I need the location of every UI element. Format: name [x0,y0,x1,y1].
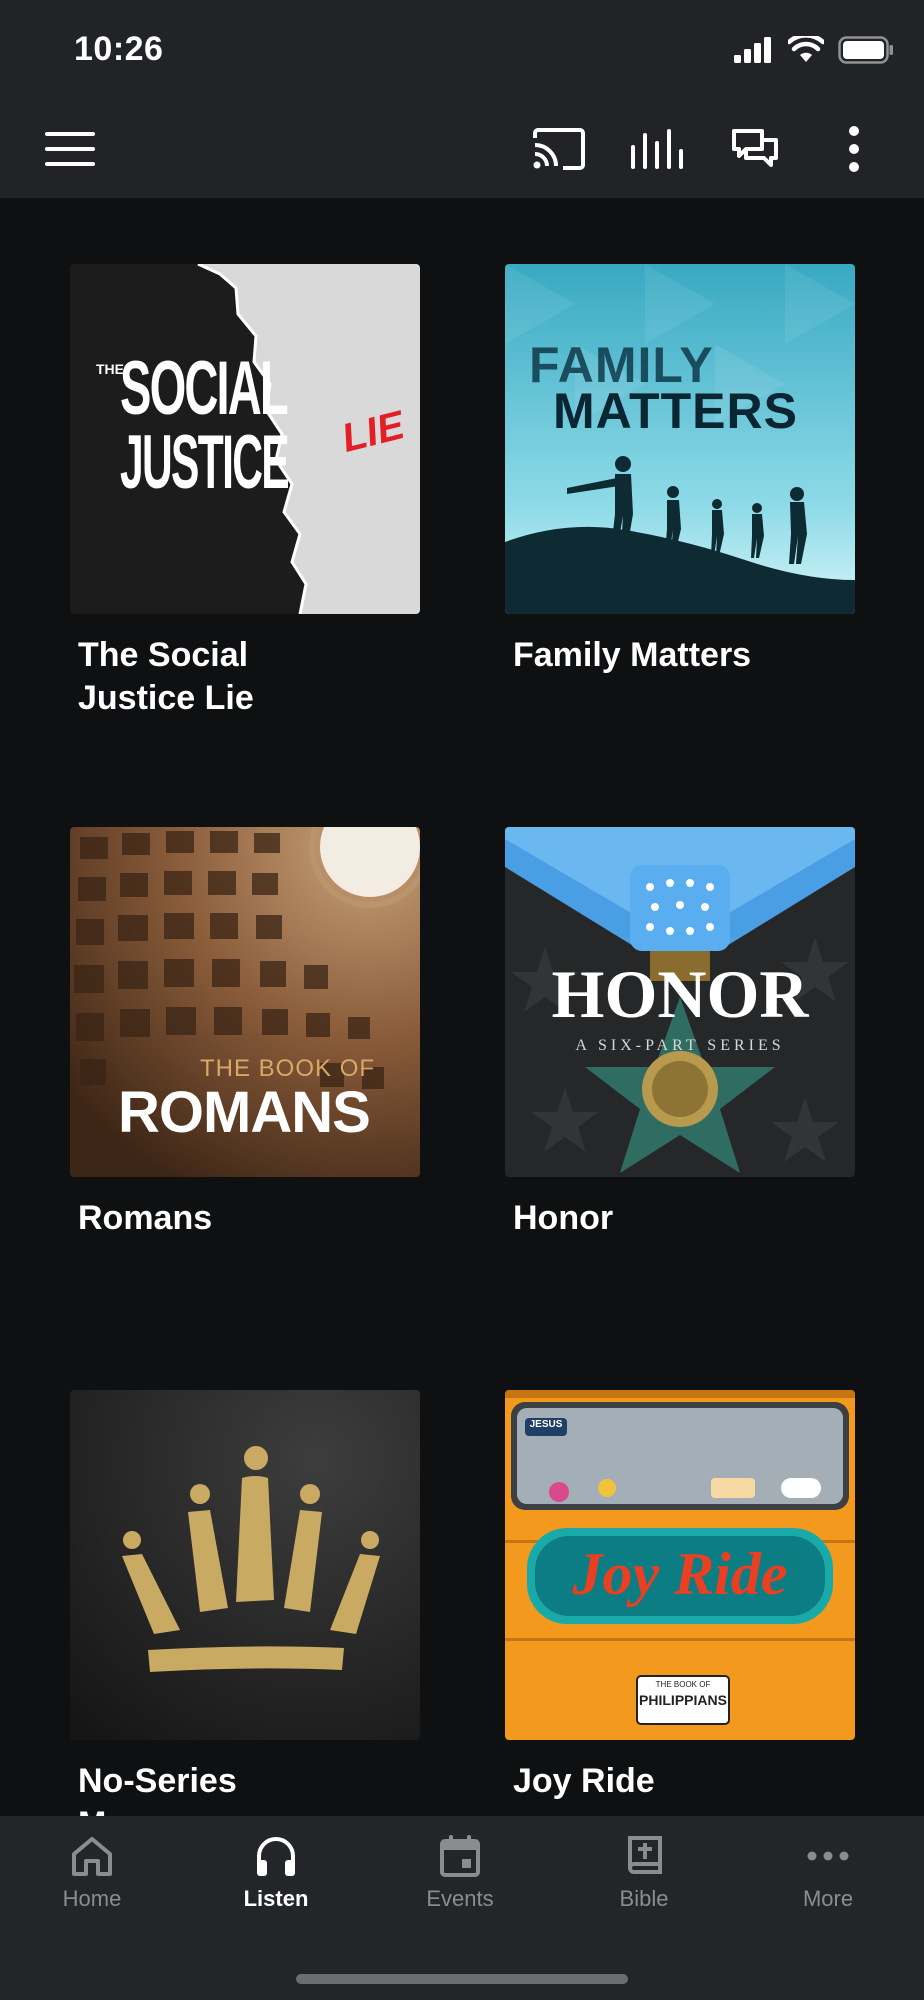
tab-label: Events [426,1886,494,1911]
art-text-plate: PHILIPPIANS [639,1692,727,1708]
series-card[interactable]: FAMILY MATTERS Family Matters [505,264,855,677]
tab-listen[interactable]: Listen [184,1816,368,1956]
cast-button[interactable] [519,100,599,198]
overflow-menu-button[interactable] [814,100,894,198]
series-artwork [70,1390,420,1740]
art-text-romans: ROMANS [118,1080,371,1145]
series-card[interactable]: THE SOCIAL JUSTICE LIE The Social Justic… [70,264,420,720]
tab-label: Home [62,1886,122,1911]
more-vertical-icon [849,126,859,172]
tab-bible[interactable]: Bible [552,1816,736,1956]
headphones-icon [257,1837,295,1876]
tab-label: Listen [243,1886,309,1911]
art-text-justice: JUSTICE [120,420,290,505]
tab-label: More [802,1886,854,1911]
series-artwork: JESUS Joy Ride THE BOOK OF PHILIPPIANS [505,1390,855,1740]
series-title: Romans [78,1199,213,1237]
tab-events[interactable]: Events [368,1816,552,1956]
series-title: Honor [513,1199,614,1237]
series-card[interactable]: HONOR A SIX-PART SERIES Honor [505,827,855,1240]
series-card[interactable]: THE BOOK OF ROMANS Romans [70,827,420,1240]
series-artwork: FAMILY MATTERS [505,264,855,614]
art-text-honor: HONOR [551,956,809,1032]
more-horizontal-icon [807,1851,849,1861]
series-artwork: HONOR A SIX-PART SERIES [505,827,855,1177]
status-icons [734,36,894,64]
status-bar: 10:26 [0,0,924,100]
menu-icon [45,132,95,166]
series-title: Joy Ride [513,1762,655,1800]
art-text-six-part: A SIX-PART SERIES [575,1037,785,1054]
art-text-social: SOCIAL [120,346,289,431]
messages-button[interactable] [715,100,795,198]
series-title: No-Series Messages [78,1762,241,1816]
series-card[interactable]: No-Series Messages [70,1390,420,1816]
series-title: Family Matters [513,636,752,674]
tab-more[interactable]: More [736,1816,920,1956]
status-time: 10:26 [74,30,164,68]
equalizer-icon [631,129,683,169]
series-artwork: THE BOOK OF ROMANS [70,827,420,1177]
series-title: The Social Justice Lie [78,636,254,717]
wifi-icon [788,36,824,62]
art-text-plate-top: THE BOOK OF [655,1680,711,1689]
battery-icon [838,36,893,64]
menu-button[interactable] [30,100,110,198]
chat-icon [732,129,778,167]
art-text-jesus-sticker: JESUS [529,1419,563,1430]
series-artwork: THE SOCIAL JUSTICE LIE [70,264,420,614]
top-app-bar [0,100,924,198]
bible-icon [628,1836,662,1874]
art-text-matters: MATTERS [553,383,798,439]
tab-label: Bible [619,1886,669,1911]
signal-icon [734,37,771,63]
art-text-joy-ride: Joy Ride [572,1541,788,1607]
home-icon [72,1837,112,1876]
series-card[interactable]: JESUS Joy Ride THE BOOK OF PHILIPPIANS J… [505,1390,855,1803]
cast-icon [533,128,585,170]
calendar-icon [440,1835,480,1877]
home-indicator[interactable] [296,1974,628,1984]
series-grid: THE SOCIAL JUSTICE LIE The Social Justic… [0,198,924,1816]
audio-button[interactable] [617,100,697,198]
tab-home[interactable]: Home [0,1816,184,1956]
bottom-tab-bar: Home Listen Events Bible More [0,1816,924,2000]
